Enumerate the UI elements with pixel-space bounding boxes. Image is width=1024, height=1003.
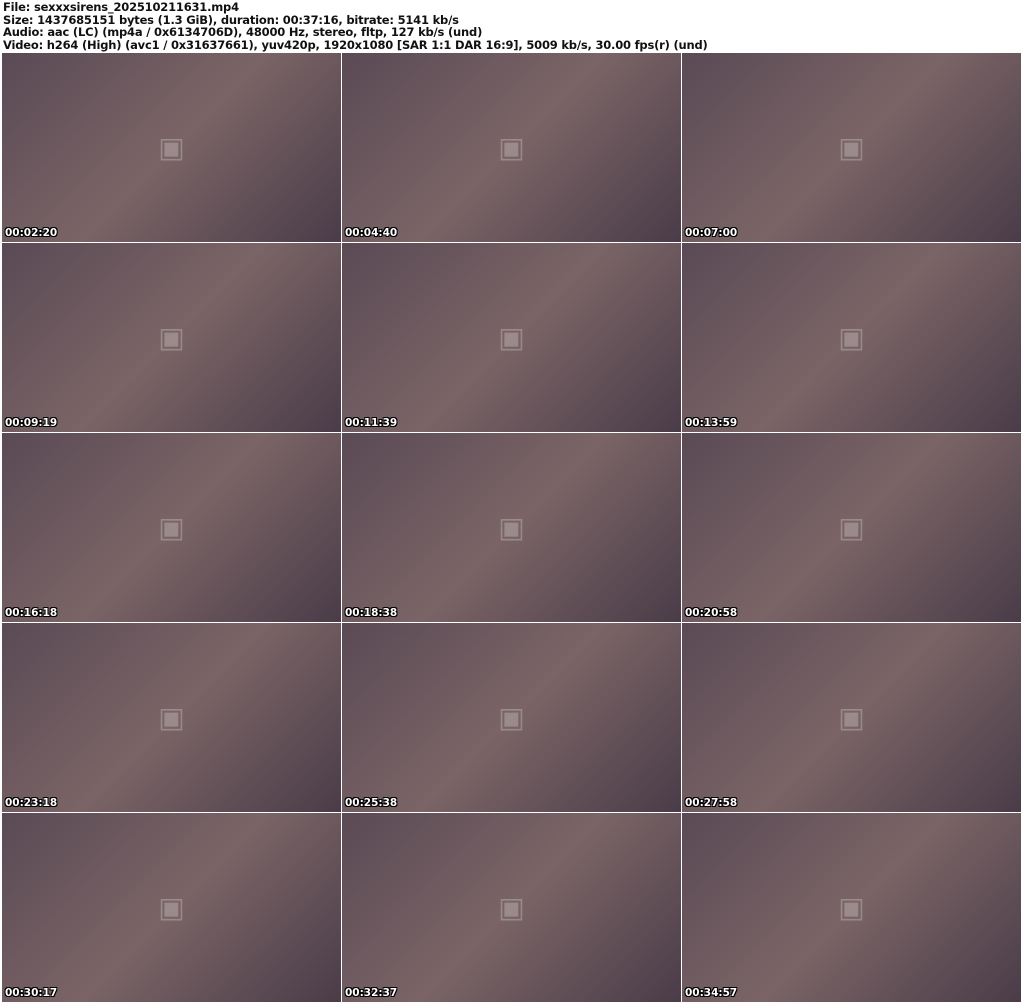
image-placeholder-icon: ▣: [498, 321, 525, 354]
thumbnail-timestamp: 00:23:18: [5, 797, 58, 809]
thumbnail-timestamp: 00:02:20: [5, 227, 58, 239]
video-thumbnail: ▣ 00:04:40: [342, 53, 681, 242]
thumbnail-timestamp: 00:30:17: [5, 987, 58, 999]
video-thumbnail: ▣ 00:30:17: [2, 813, 341, 1002]
video-thumbnail: ▣ 00:11:39: [342, 243, 681, 432]
thumbnail-timestamp: 00:16:18: [5, 607, 58, 619]
image-placeholder-icon: ▣: [498, 511, 525, 544]
video-thumbnail: ▣ 00:18:38: [342, 433, 681, 622]
file-name: File: sexxxsirens_202510211631.mp4: [3, 0, 239, 14]
thumbnail-timestamp: 00:34:57: [685, 987, 738, 999]
video-thumbnail: ▣ 00:32:37: [342, 813, 681, 1002]
image-placeholder-icon: ▣: [838, 701, 865, 734]
thumbnail-timestamp: 00:09:19: [5, 417, 58, 429]
thumbnail-timestamp: 00:04:40: [345, 227, 398, 239]
image-placeholder-icon: ▣: [158, 511, 185, 544]
image-placeholder-icon: ▣: [498, 891, 525, 924]
thumbnail-timestamp: 00:32:37: [345, 987, 398, 999]
image-placeholder-icon: ▣: [498, 701, 525, 734]
thumbnail-timestamp: 00:20:58: [685, 607, 738, 619]
video-info: Video: h264 (High) (avc1 / 0x31637661), …: [3, 37, 708, 52]
video-thumbnail: ▣ 00:13:59: [682, 243, 1021, 432]
image-placeholder-icon: ▣: [158, 321, 185, 354]
video-thumbnail: ▣ 00:23:18: [2, 623, 341, 812]
video-thumbnail: ▣ 00:07:00: [682, 53, 1021, 242]
image-placeholder-icon: ▣: [158, 701, 185, 734]
video-thumbnail: ▣ 00:09:19: [2, 243, 341, 432]
image-placeholder-icon: ▣: [838, 321, 865, 354]
thumbnail-timestamp: 00:25:38: [345, 797, 398, 809]
thumbnail-grid: ▣ 00:02:20 ▣ 00:04:40 ▣ 00:07:00 ▣ 00:09:19 ▣ 00:…: [2, 53, 1021, 1002]
video-thumbnail: ▣ 00:25:38: [342, 623, 681, 812]
image-placeholder-icon: ▣: [158, 891, 185, 924]
video-thumbnail: ▣ 00:02:20: [2, 53, 341, 242]
image-placeholder-icon: ▣: [838, 511, 865, 544]
thumbnail-timestamp: 00:18:38: [345, 607, 398, 619]
video-thumbnail: ▣ 00:20:58: [682, 433, 1021, 622]
image-placeholder-icon: ▣: [498, 131, 525, 164]
video-thumbnail: ▣ 00:27:58: [682, 623, 1021, 812]
thumbnail-timestamp: 00:11:39: [345, 417, 398, 429]
file-info-header: File: sexxxsirens_202510211631.mp4 Size:…: [3, 1, 708, 51]
audio-info: Audio: aac (LC) (mp4a / 0x6134706D), 480…: [3, 25, 483, 39]
image-placeholder-icon: ▣: [158, 131, 185, 164]
video-thumbnail: ▣ 00:34:57: [682, 813, 1021, 1002]
video-thumbnail: ▣ 00:16:18: [2, 433, 341, 622]
thumbnail-timestamp: 00:27:58: [685, 797, 738, 809]
image-placeholder-icon: ▣: [838, 891, 865, 924]
thumbnail-timestamp: 00:13:59: [685, 417, 738, 429]
thumbnail-timestamp: 00:07:00: [685, 227, 738, 239]
image-placeholder-icon: ▣: [838, 131, 865, 164]
